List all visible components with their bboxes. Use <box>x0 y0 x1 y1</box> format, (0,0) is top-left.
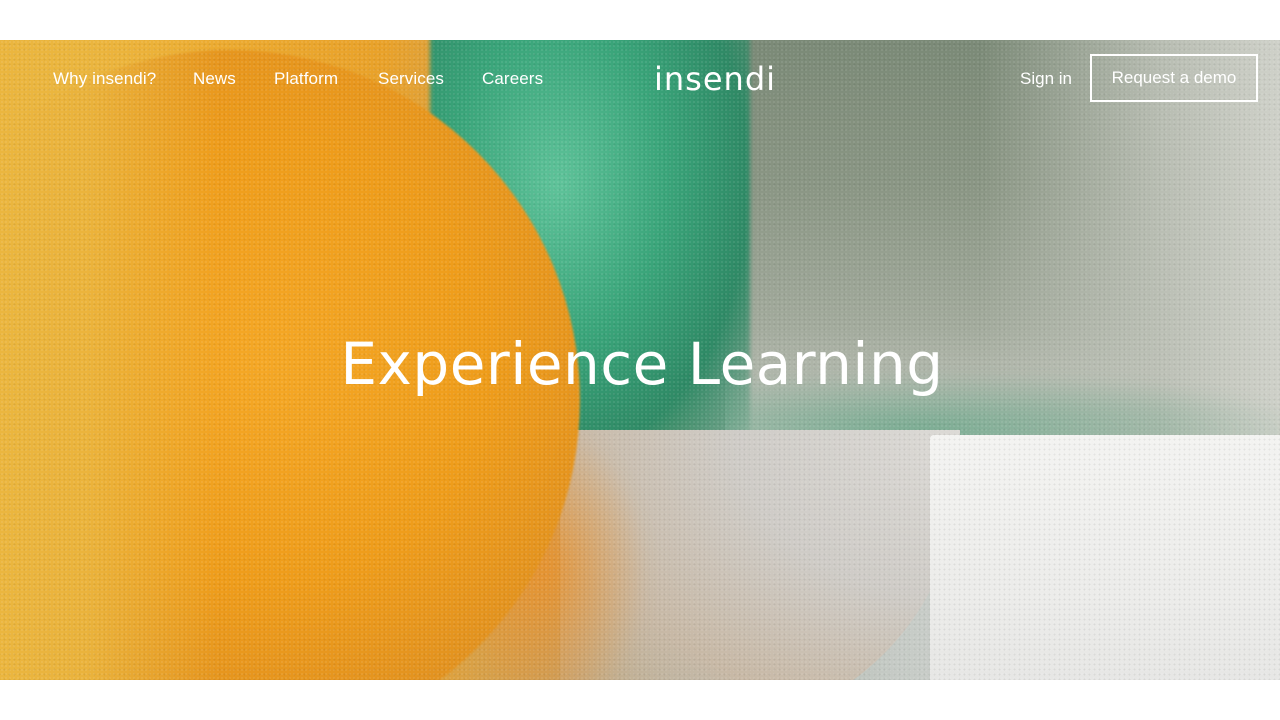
hero-headline: Experience Learning <box>340 330 944 398</box>
nav-link-news[interactable]: News <box>193 69 236 89</box>
nav-link-platform[interactable]: Platform <box>274 69 338 89</box>
nav-link-why-insendi[interactable]: Why insendi? <box>53 69 156 89</box>
brand-logo[interactable]: insendi <box>654 60 776 98</box>
request-demo-button[interactable]: Request a demo <box>1090 54 1258 102</box>
nav-link-careers[interactable]: Careers <box>482 69 543 89</box>
top-navigation: Why insendi? News Platform Services Care… <box>0 40 1280 118</box>
nav-link-services[interactable]: Services <box>378 69 444 89</box>
sign-in-link[interactable]: Sign in <box>1020 69 1072 89</box>
